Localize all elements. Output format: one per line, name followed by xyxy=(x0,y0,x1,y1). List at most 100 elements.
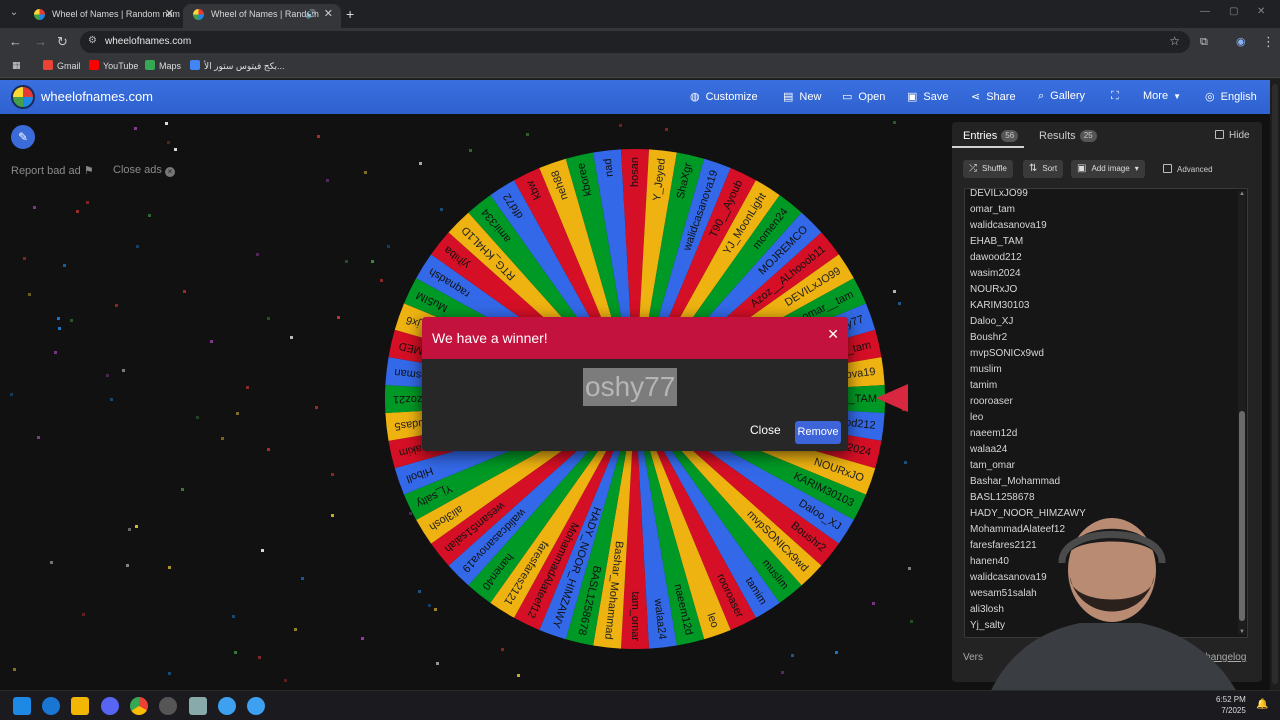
entry-item[interactable]: walidcasanova19 xyxy=(970,220,1047,231)
entry-item[interactable]: EHAB_TAM xyxy=(970,236,1023,247)
entry-item[interactable]: leo xyxy=(970,412,983,423)
close-tab-icon[interactable]: ✕ xyxy=(324,4,333,24)
sort-button[interactable]: ⇅ Sort xyxy=(1023,160,1064,178)
more-button[interactable]: More ▼ xyxy=(1143,90,1187,102)
confetti-piece xyxy=(371,260,374,263)
scroll-up-icon[interactable]: ▲ xyxy=(1239,191,1245,197)
open-button[interactable]: ▭ Open xyxy=(842,90,885,103)
save-button[interactable]: ▣ Save xyxy=(907,90,948,103)
scrollbar-thumb[interactable] xyxy=(1272,84,1278,684)
notification-bell-icon[interactable]: 🔔 xyxy=(1256,699,1268,710)
site-title[interactable]: wheelofnames.com xyxy=(41,89,153,104)
entry-item[interactable]: KARIM30103 xyxy=(970,300,1029,311)
new-button[interactable]: ▤ New xyxy=(783,90,821,103)
checkbox-label: Advanced xyxy=(1177,165,1213,174)
forward-icon[interactable]: → xyxy=(34,34,47,50)
sort-icon: ⇅ xyxy=(1029,163,1038,174)
site-info-icon[interactable]: ⚙ xyxy=(88,35,97,46)
photos-icon[interactable] xyxy=(189,697,207,715)
clock-time: 6:52 PM xyxy=(1216,695,1246,704)
bookmark-youtube[interactable]: YouTube xyxy=(89,60,138,71)
file-explorer-icon[interactable] xyxy=(71,697,89,715)
menu-icon[interactable]: ⋮ xyxy=(1262,34,1275,50)
customize-button[interactable]: ◍ Customize xyxy=(690,90,758,103)
browser-tab-1[interactable]: Wheel of Names | Random nam ✕ xyxy=(24,4,182,28)
entry-item[interactable]: tamim xyxy=(970,380,997,391)
entry-item[interactable]: BASL1258678 xyxy=(970,492,1035,503)
tab-title: Wheel of Names | Random xyxy=(211,9,319,19)
bookmark-maps[interactable]: Maps xyxy=(145,60,181,71)
confetti-piece xyxy=(526,133,529,136)
remove-button[interactable]: Remove xyxy=(795,421,841,444)
shuffle-icon: ⤮ xyxy=(969,163,977,174)
entry-item[interactable]: naeem12d xyxy=(970,428,1017,439)
shuffle-button[interactable]: ⤮ Shuffle xyxy=(963,160,1013,178)
confetti-piece xyxy=(181,488,184,491)
extensions-icon[interactable]: ⧉ xyxy=(1200,34,1208,50)
close-button[interactable]: Close xyxy=(750,423,781,437)
maximize-icon[interactable]: ▢ xyxy=(1229,6,1238,17)
entry-item[interactable]: DEVILxJO99 xyxy=(970,189,1028,199)
apps-icon[interactable]: ▦ xyxy=(12,60,21,71)
address-bar[interactable]: ⚙ wheelofnames.com ☆ xyxy=(80,31,1190,53)
language-button[interactable]: ◎ English xyxy=(1205,90,1257,103)
bookmark-store[interactable]: بكج فيتوس ستور الأ... xyxy=(190,60,285,72)
gallery-button[interactable]: ⌕ Gallery xyxy=(1038,90,1085,103)
fullscreen-button[interactable]: ⛶ xyxy=(1111,90,1125,103)
reload-icon[interactable]: ↻ xyxy=(57,34,68,50)
close-ads-link[interactable]: Close ads × xyxy=(113,164,175,177)
edge-icon[interactable] xyxy=(42,697,60,715)
entry-item[interactable]: dawood212 xyxy=(970,252,1022,263)
new-tab-button[interactable]: + xyxy=(346,6,354,22)
entry-item[interactable]: mvpSONICx9wd xyxy=(970,348,1044,359)
confetti-piece xyxy=(165,122,168,125)
close-icon[interactable]: ✕ xyxy=(827,326,839,343)
link-label: Report bad ad xyxy=(11,165,81,177)
clock-date: 7/2025 xyxy=(1221,706,1246,715)
windows-start-icon[interactable] xyxy=(13,697,31,715)
button-label: Open xyxy=(858,91,886,103)
close-tab-icon[interactable]: ✕ xyxy=(165,4,174,24)
edit-pencil-button[interactable]: ✎ xyxy=(11,125,35,149)
tab-results[interactable]: Results 25 xyxy=(1039,130,1097,142)
share-button[interactable]: ⋖ Share xyxy=(971,90,1016,103)
speaker-icon[interactable]: 🔊 xyxy=(306,4,317,24)
wheel-segment-label: hosan xyxy=(629,157,641,187)
bookmark-gmail[interactable]: Gmail xyxy=(43,60,81,71)
app-icon[interactable] xyxy=(218,697,236,715)
entry-item[interactable]: Daloo_XJ xyxy=(970,316,1013,327)
back-icon[interactable]: ← xyxy=(9,34,22,50)
settings-icon[interactable] xyxy=(159,697,177,715)
chrome-icon[interactable] xyxy=(130,697,148,715)
entry-item[interactable]: tam_omar xyxy=(970,460,1015,471)
entry-item[interactable]: NOURxJO xyxy=(970,284,1017,295)
app-icon[interactable] xyxy=(247,697,265,715)
entry-item[interactable]: Boushr2 xyxy=(970,332,1007,343)
confetti-piece xyxy=(33,206,36,209)
bookmark-star-icon[interactable]: ☆ xyxy=(1169,34,1180,48)
tab-entries[interactable]: Entries 56 xyxy=(963,130,1019,142)
entry-item[interactable]: omar_tam xyxy=(970,204,1015,215)
add-image-button[interactable]: ▣ Add image ▾ xyxy=(1071,160,1145,178)
button-label: Add image xyxy=(1091,164,1130,173)
page-scrollbar[interactable] xyxy=(1270,80,1280,690)
hide-checkbox[interactable]: Hide xyxy=(1215,130,1250,141)
minimize-icon[interactable]: — xyxy=(1200,6,1210,17)
entry-item[interactable]: muslim xyxy=(970,364,1002,375)
entry-item[interactable]: walaa24 xyxy=(970,444,1007,455)
button-label: Shuffle xyxy=(982,164,1007,173)
entry-item[interactable]: wasim2024 xyxy=(970,268,1021,279)
confetti-piece xyxy=(290,336,293,339)
tab-search-icon[interactable]: ⌄ xyxy=(6,5,22,21)
entry-item[interactable]: rooroaser xyxy=(970,396,1013,407)
system-clock[interactable]: 6:52 PM 7/2025 xyxy=(1216,694,1246,716)
confetti-piece xyxy=(436,662,439,665)
wheel-logo-icon[interactable] xyxy=(11,85,35,109)
report-bad-ad-link[interactable]: Report bad ad ⚑ xyxy=(11,164,94,177)
browser-tab-2[interactable]: Wheel of Names | Random 🔊 ✕ xyxy=(183,4,341,28)
advanced-checkbox[interactable]: Advanced xyxy=(1163,164,1213,174)
discord-icon[interactable] xyxy=(101,697,119,715)
entry-item[interactable]: Bashar_Mohammad xyxy=(970,476,1060,487)
close-window-icon[interactable]: ✕ xyxy=(1257,6,1265,17)
profile-icon[interactable]: ◉ xyxy=(1236,34,1246,50)
